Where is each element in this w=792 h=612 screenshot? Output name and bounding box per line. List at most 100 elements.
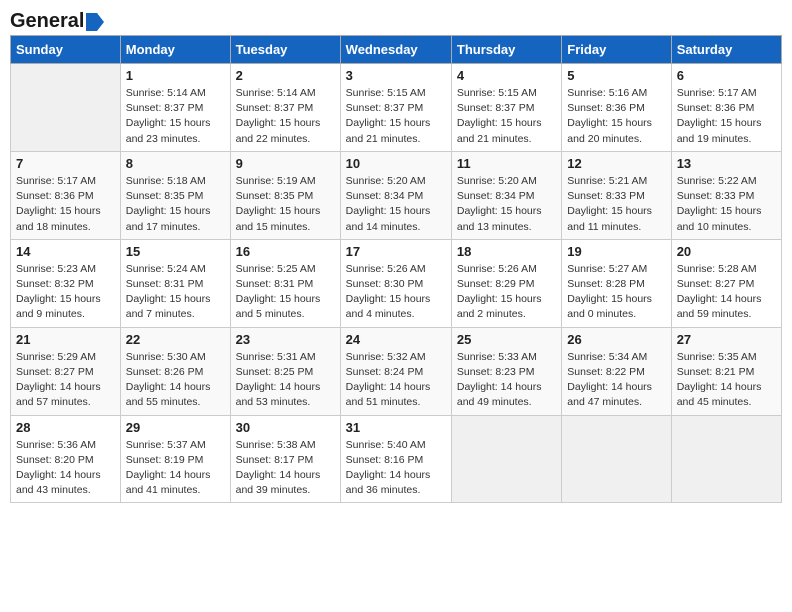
day-info: Sunrise: 5:20 AM Sunset: 8:34 PM Dayligh… bbox=[457, 174, 556, 235]
calendar-cell: 26 Sunrise: 5:34 AM Sunset: 8:22 PM Dayli… bbox=[562, 327, 671, 415]
day-number: 1 bbox=[126, 68, 225, 83]
weekday-header-wednesday: Wednesday bbox=[340, 36, 451, 64]
calendar-cell: 7 Sunrise: 5:17 AM Sunset: 8:36 PM Daylig… bbox=[11, 151, 121, 239]
day-number: 15 bbox=[126, 244, 225, 259]
calendar-cell: 6 Sunrise: 5:17 AM Sunset: 8:36 PM Daylig… bbox=[671, 64, 781, 152]
day-number: 16 bbox=[236, 244, 335, 259]
day-info: Sunrise: 5:38 AM Sunset: 8:17 PM Dayligh… bbox=[236, 438, 335, 499]
day-info: Sunrise: 5:17 AM Sunset: 8:36 PM Dayligh… bbox=[677, 86, 776, 147]
day-number: 10 bbox=[346, 156, 446, 171]
day-info: Sunrise: 5:31 AM Sunset: 8:25 PM Dayligh… bbox=[236, 350, 335, 411]
day-info: Sunrise: 5:32 AM Sunset: 8:24 PM Dayligh… bbox=[346, 350, 446, 411]
header: General bbox=[10, 10, 782, 29]
day-info: Sunrise: 5:37 AM Sunset: 8:19 PM Dayligh… bbox=[126, 438, 225, 499]
calendar-cell: 16 Sunrise: 5:25 AM Sunset: 8:31 PM Dayli… bbox=[230, 239, 340, 327]
day-info: Sunrise: 5:23 AM Sunset: 8:32 PM Dayligh… bbox=[16, 262, 115, 323]
day-info: Sunrise: 5:21 AM Sunset: 8:33 PM Dayligh… bbox=[567, 174, 665, 235]
day-number: 29 bbox=[126, 420, 225, 435]
calendar-cell: 21 Sunrise: 5:29 AM Sunset: 8:27 PM Dayli… bbox=[11, 327, 121, 415]
day-number: 26 bbox=[567, 332, 665, 347]
day-number: 18 bbox=[457, 244, 556, 259]
day-number: 13 bbox=[677, 156, 776, 171]
day-info: Sunrise: 5:26 AM Sunset: 8:30 PM Dayligh… bbox=[346, 262, 446, 323]
calendar-cell: 25 Sunrise: 5:33 AM Sunset: 8:23 PM Dayli… bbox=[451, 327, 561, 415]
calendar-cell bbox=[671, 415, 781, 503]
weekday-header-tuesday: Tuesday bbox=[230, 36, 340, 64]
calendar-cell: 31 Sunrise: 5:40 AM Sunset: 8:16 PM Dayli… bbox=[340, 415, 451, 503]
day-number: 23 bbox=[236, 332, 335, 347]
day-number: 9 bbox=[236, 156, 335, 171]
calendar-cell: 22 Sunrise: 5:30 AM Sunset: 8:26 PM Dayli… bbox=[120, 327, 230, 415]
day-number: 8 bbox=[126, 156, 225, 171]
day-info: Sunrise: 5:14 AM Sunset: 8:37 PM Dayligh… bbox=[236, 86, 335, 147]
calendar-cell: 5 Sunrise: 5:16 AM Sunset: 8:36 PM Daylig… bbox=[562, 64, 671, 152]
calendar-cell: 2 Sunrise: 5:14 AM Sunset: 8:37 PM Daylig… bbox=[230, 64, 340, 152]
calendar-cell: 18 Sunrise: 5:26 AM Sunset: 8:29 PM Dayli… bbox=[451, 239, 561, 327]
calendar-cell: 14 Sunrise: 5:23 AM Sunset: 8:32 PM Dayli… bbox=[11, 239, 121, 327]
day-number: 6 bbox=[677, 68, 776, 83]
day-number: 21 bbox=[16, 332, 115, 347]
calendar-cell: 17 Sunrise: 5:26 AM Sunset: 8:30 PM Dayli… bbox=[340, 239, 451, 327]
calendar-cell: 15 Sunrise: 5:24 AM Sunset: 8:31 PM Dayli… bbox=[120, 239, 230, 327]
day-info: Sunrise: 5:34 AM Sunset: 8:22 PM Dayligh… bbox=[567, 350, 665, 411]
day-number: 22 bbox=[126, 332, 225, 347]
day-number: 11 bbox=[457, 156, 556, 171]
day-info: Sunrise: 5:35 AM Sunset: 8:21 PM Dayligh… bbox=[677, 350, 776, 411]
day-info: Sunrise: 5:15 AM Sunset: 8:37 PM Dayligh… bbox=[346, 86, 446, 147]
day-info: Sunrise: 5:25 AM Sunset: 8:31 PM Dayligh… bbox=[236, 262, 335, 323]
calendar-cell: 19 Sunrise: 5:27 AM Sunset: 8:28 PM Dayli… bbox=[562, 239, 671, 327]
day-info: Sunrise: 5:30 AM Sunset: 8:26 PM Dayligh… bbox=[126, 350, 225, 411]
day-info: Sunrise: 5:36 AM Sunset: 8:20 PM Dayligh… bbox=[16, 438, 115, 499]
weekday-header-monday: Monday bbox=[120, 36, 230, 64]
day-info: Sunrise: 5:15 AM Sunset: 8:37 PM Dayligh… bbox=[457, 86, 556, 147]
day-number: 19 bbox=[567, 244, 665, 259]
calendar-cell: 9Sunrise: 5:19 AM Sunset: 8:35 PM Daylig… bbox=[230, 151, 340, 239]
calendar-cell: 11 Sunrise: 5:20 AM Sunset: 8:34 PM Dayli… bbox=[451, 151, 561, 239]
weekday-header-sunday: Sunday bbox=[11, 36, 121, 64]
logo-icon bbox=[86, 13, 104, 31]
calendar-cell: 10 Sunrise: 5:20 AM Sunset: 8:34 PM Dayli… bbox=[340, 151, 451, 239]
weekday-header-friday: Friday bbox=[562, 36, 671, 64]
day-info: Sunrise: 5:20 AM Sunset: 8:34 PM Dayligh… bbox=[346, 174, 446, 235]
day-info: Sunrise: 5:18 AM Sunset: 8:35 PM Dayligh… bbox=[126, 174, 225, 235]
weekday-header-saturday: Saturday bbox=[671, 36, 781, 64]
day-info: Sunrise: 5:17 AM Sunset: 8:36 PM Dayligh… bbox=[16, 174, 115, 235]
day-number: 2 bbox=[236, 68, 335, 83]
calendar-cell: 3 Sunrise: 5:15 AM Sunset: 8:37 PM Daylig… bbox=[340, 64, 451, 152]
calendar-cell: 1 Sunrise: 5:14 AM Sunset: 8:37 PM Daylig… bbox=[120, 64, 230, 152]
day-number: 5 bbox=[567, 68, 665, 83]
calendar-cell: 12 Sunrise: 5:21 AM Sunset: 8:33 PM Dayli… bbox=[562, 151, 671, 239]
day-info: Sunrise: 5:27 AM Sunset: 8:28 PM Dayligh… bbox=[567, 262, 665, 323]
calendar-cell: 13Sunrise: 5:22 AM Sunset: 8:33 PM Dayli… bbox=[671, 151, 781, 239]
logo-general: General bbox=[10, 10, 84, 33]
calendar-cell bbox=[11, 64, 121, 152]
calendar-cell: 28 Sunrise: 5:36 AM Sunset: 8:20 PM Dayli… bbox=[11, 415, 121, 503]
day-number: 12 bbox=[567, 156, 665, 171]
day-info: Sunrise: 5:40 AM Sunset: 8:16 PM Dayligh… bbox=[346, 438, 446, 499]
weekday-header-thursday: Thursday bbox=[451, 36, 561, 64]
day-info: Sunrise: 5:26 AM Sunset: 8:29 PM Dayligh… bbox=[457, 262, 556, 323]
calendar-cell: 27 Sunrise: 5:35 AM Sunset: 8:21 PM Dayli… bbox=[671, 327, 781, 415]
calendar-cell: 23 Sunrise: 5:31 AM Sunset: 8:25 PM Dayli… bbox=[230, 327, 340, 415]
day-number: 24 bbox=[346, 332, 446, 347]
day-number: 17 bbox=[346, 244, 446, 259]
day-info: Sunrise: 5:28 AM Sunset: 8:27 PM Dayligh… bbox=[677, 262, 776, 323]
day-number: 25 bbox=[457, 332, 556, 347]
day-number: 31 bbox=[346, 420, 446, 435]
day-info: Sunrise: 5:14 AM Sunset: 8:37 PM Dayligh… bbox=[126, 86, 225, 147]
day-number: 14 bbox=[16, 244, 115, 259]
day-number: 3 bbox=[346, 68, 446, 83]
day-info: Sunrise: 5:29 AM Sunset: 8:27 PM Dayligh… bbox=[16, 350, 115, 411]
calendar-cell: 29 Sunrise: 5:37 AM Sunset: 8:19 PM Dayli… bbox=[120, 415, 230, 503]
day-number: 4 bbox=[457, 68, 556, 83]
day-info: Sunrise: 5:16 AM Sunset: 8:36 PM Dayligh… bbox=[567, 86, 665, 147]
calendar-cell bbox=[562, 415, 671, 503]
calendar-cell: 30Sunrise: 5:38 AM Sunset: 8:17 PM Dayli… bbox=[230, 415, 340, 503]
day-info: Sunrise: 5:24 AM Sunset: 8:31 PM Dayligh… bbox=[126, 262, 225, 323]
day-number: 20 bbox=[677, 244, 776, 259]
day-number: 28 bbox=[16, 420, 115, 435]
day-number: 7 bbox=[16, 156, 115, 171]
day-number: 27 bbox=[677, 332, 776, 347]
day-info: Sunrise: 5:33 AM Sunset: 8:23 PM Dayligh… bbox=[457, 350, 556, 411]
calendar-cell: 24 Sunrise: 5:32 AM Sunset: 8:24 PM Dayli… bbox=[340, 327, 451, 415]
